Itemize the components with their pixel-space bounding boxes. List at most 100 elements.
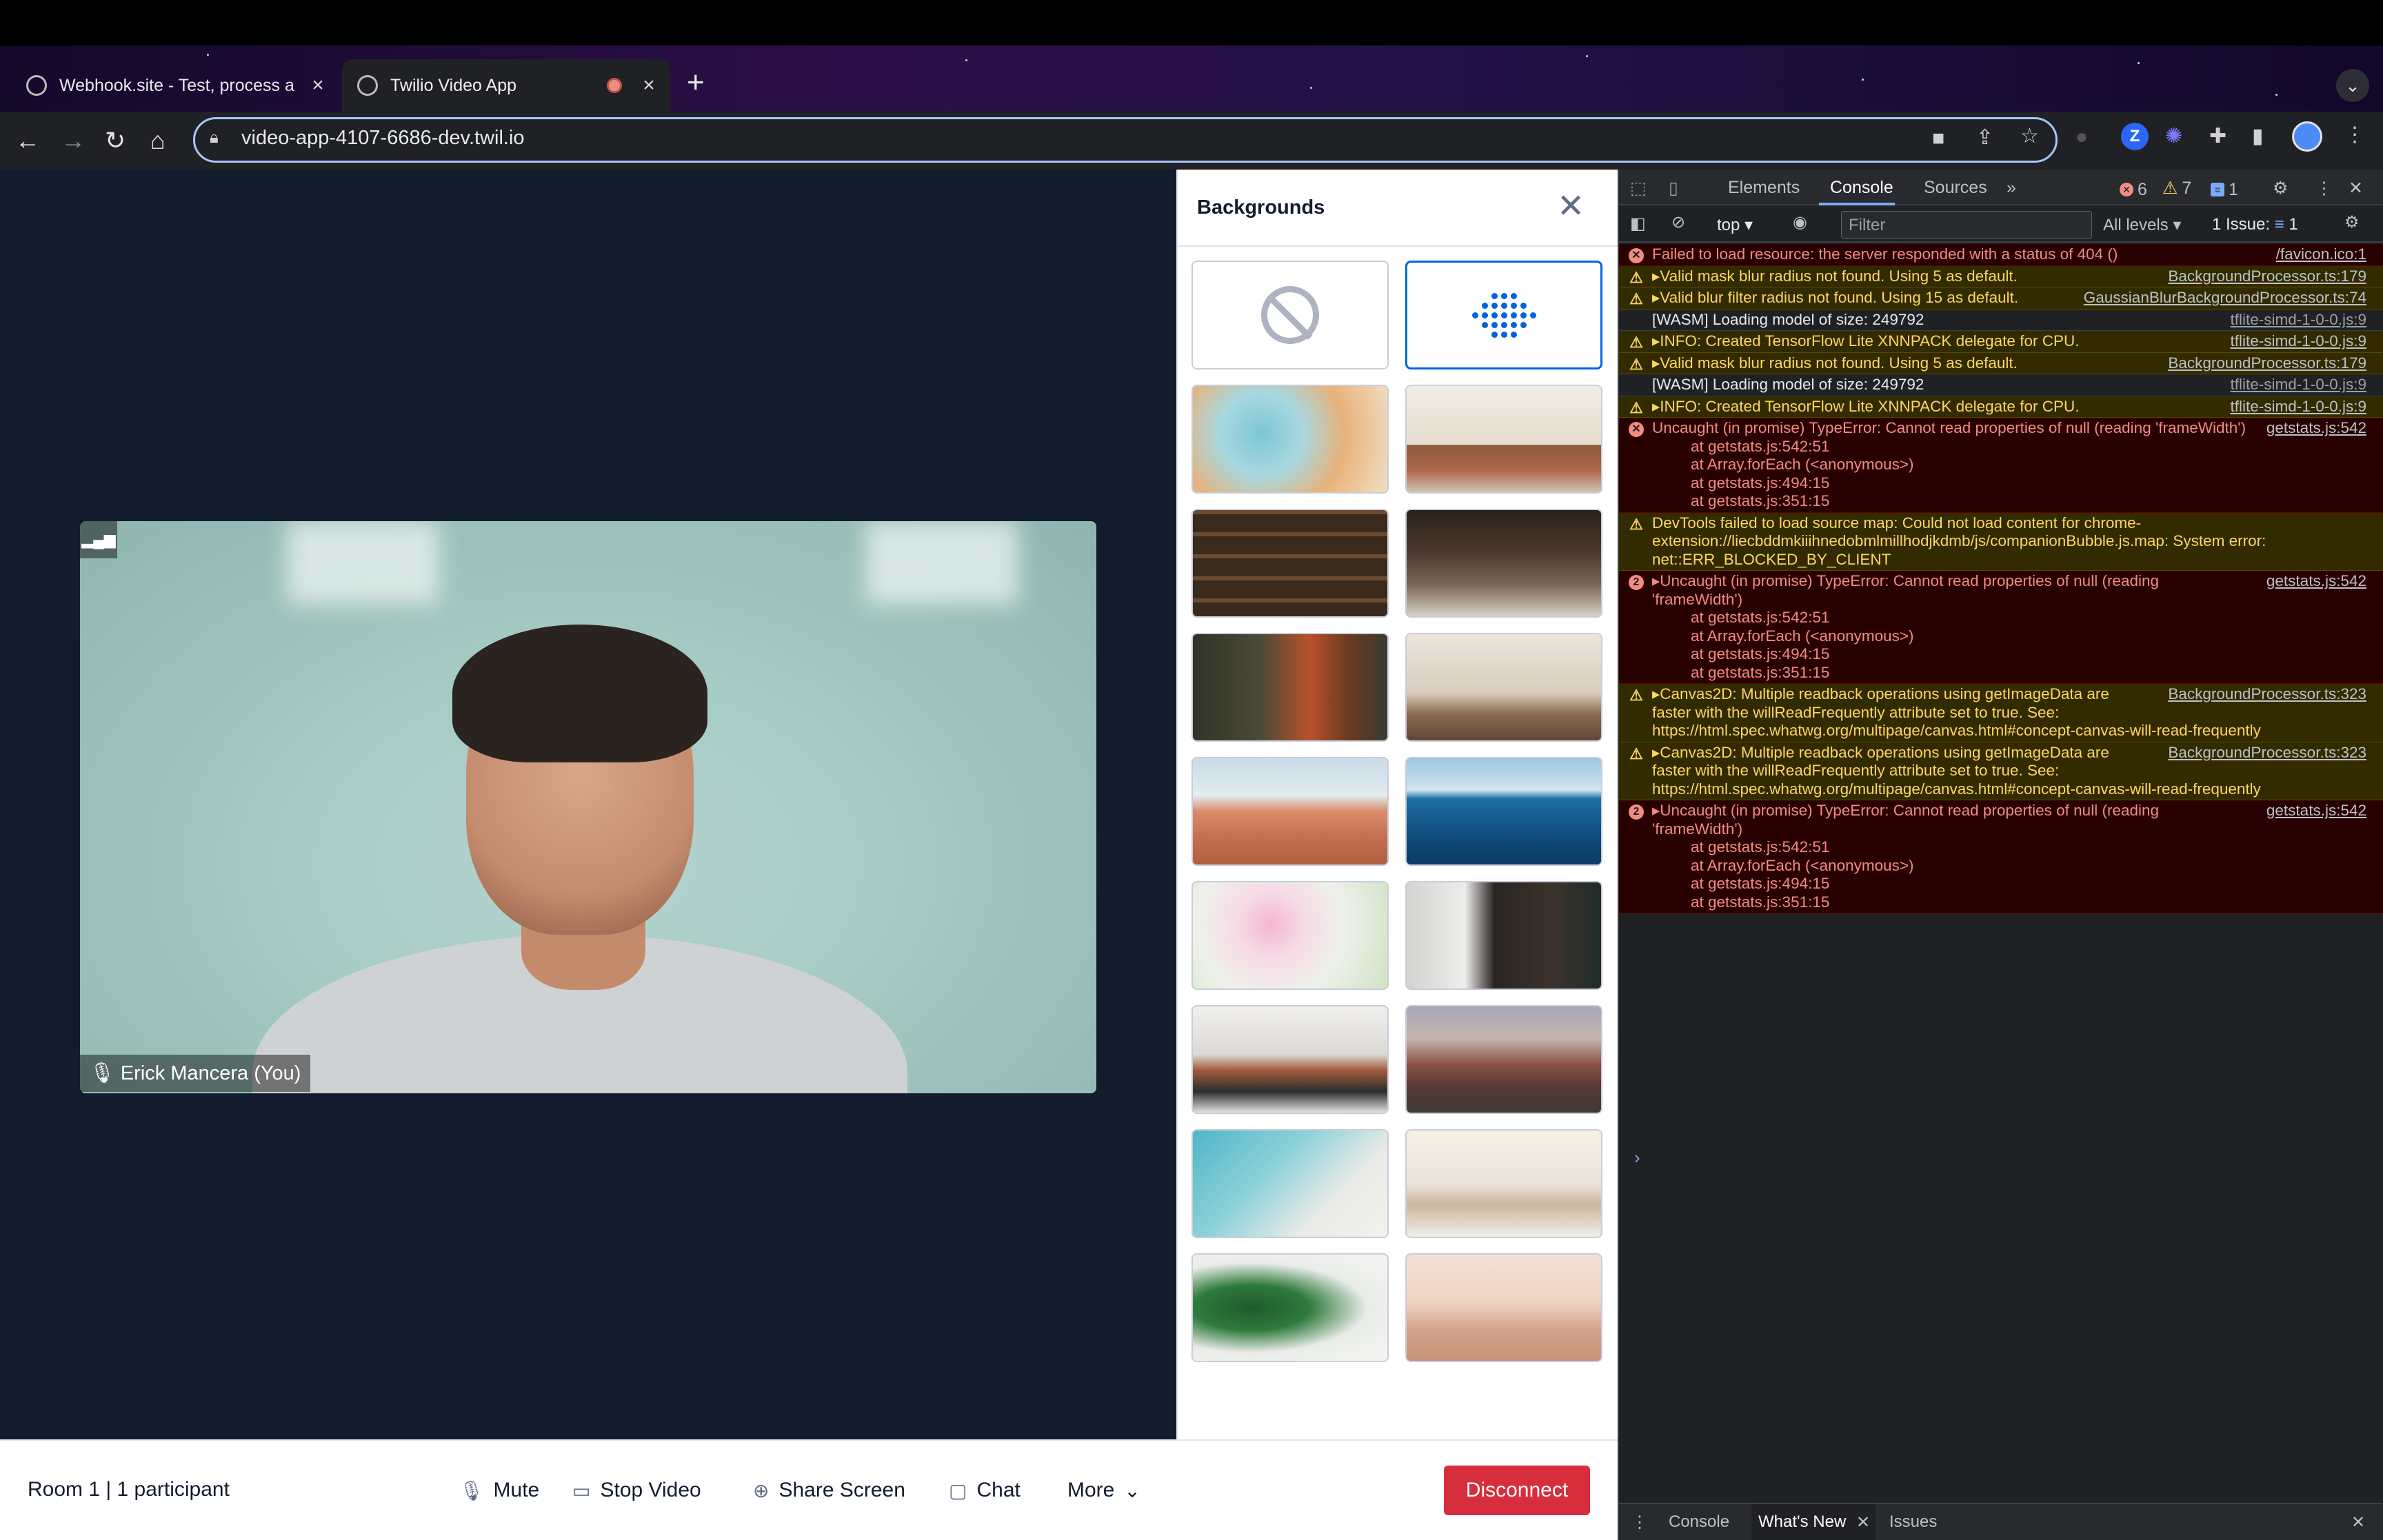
bg-option-orange-lounge[interactable] — [1192, 633, 1389, 742]
inspect-element-icon[interactable]: ⬚ — [1630, 178, 1647, 199]
stack-frame[interactable]: at getstats.js:494:15 — [1652, 645, 2366, 664]
stack-frame[interactable]: at getstats.js:542:51 — [1652, 438, 2366, 456]
live-expression-eye-icon[interactable]: ◉ — [1793, 212, 1807, 232]
message-source-link[interactable]: getstats.js:542 — [2266, 802, 2366, 820]
message-source-link[interactable]: GaussianBlurBackgroundProcessor.ts:74 — [2084, 289, 2366, 307]
extension-icon[interactable]: ● — [2075, 125, 2088, 149]
message-source-link[interactable]: BackgroundProcessor.ts:179 — [2168, 354, 2366, 373]
close-devtools-icon[interactable]: ✕ — [2349, 178, 2363, 199]
console-message[interactable]: 2 getstats.js:542 ▸Uncaught (in promise) T… — [1619, 571, 2383, 684]
bg-option-coffee-shop[interactable] — [1405, 509, 1602, 618]
stack-frame[interactable]: at getstats.js:494:15 — [1652, 875, 2366, 893]
bg-option-blur[interactable] — [1405, 261, 1602, 369]
sidepanel-icon[interactable]: ▮ — [2252, 124, 2264, 148]
drawer-menu-icon[interactable]: ⋮ — [1631, 1512, 1648, 1532]
stack-frame[interactable]: at getstats.js:542:51 — [1652, 609, 2366, 627]
stack-frame[interactable]: at Array.forEach (<anonymous>) — [1652, 857, 2366, 875]
bg-option-modern-kitchen[interactable] — [1405, 881, 1602, 990]
bg-option-beach[interactable] — [1192, 1129, 1389, 1238]
console-message[interactable]: ✕ getstats.js:542 Uncaught (in promise) Ty… — [1619, 418, 2383, 513]
stack-frame[interactable]: at getstats.js:351:15 — [1652, 664, 2366, 682]
message-source-link[interactable]: /favicon.ico:1 — [2276, 245, 2366, 264]
message-source-link[interactable]: tflite-simd-1-0-0.js:9 — [2230, 376, 2366, 394]
stack-frame[interactable]: at getstats.js:351:15 — [1652, 492, 2366, 511]
settings-extension-icon[interactable]: ✺ — [2165, 124, 2182, 148]
console-message[interactable]: ⚠ BackgroundProcessor.ts:179 ▸Valid mask b… — [1619, 352, 2383, 374]
error-count-badge[interactable]: ✕ 6 — [2120, 178, 2147, 200]
console-prompt[interactable]: › — [1634, 1147, 1640, 1168]
info-count-badge[interactable]: ≡ 1 — [2211, 178, 2238, 200]
close-tab-icon[interactable]: × — [639, 74, 659, 97]
close-drawer-icon[interactable]: ✕ — [2351, 1512, 2365, 1532]
bookmark-star-icon[interactable]: ☆ — [2020, 124, 2039, 148]
bg-option-dining-room[interactable] — [1405, 1129, 1602, 1238]
bg-option-abstract-smoke[interactable] — [1192, 385, 1389, 494]
tab-twilio-video-app[interactable]: Twilio Video App × — [342, 59, 670, 112]
message-source-link[interactable]: BackgroundProcessor.ts:323 — [2168, 685, 2366, 704]
bg-option-living-room[interactable] — [1405, 385, 1602, 494]
back-icon[interactable]: ← — [15, 124, 40, 157]
bg-option-flowers[interactable] — [1192, 881, 1389, 990]
console-message[interactable]: ⚠ tflite-simd-1-0-0.js:9 ▸INFO: Created Te… — [1619, 396, 2383, 418]
stack-frame[interactable]: at getstats.js:351:15 — [1652, 893, 2366, 912]
console-message[interactable]: ⚠ BackgroundProcessor.ts:323 ▸Canvas2D: Mu… — [1619, 684, 2383, 742]
puzzle-icon[interactable]: ✚ — [2209, 124, 2226, 148]
issues-counter[interactable]: 1 Issue: ≡ 1 — [2212, 215, 2298, 234]
drawer-tab-console[interactable]: Console — [1669, 1512, 1729, 1532]
stop-video-button[interactable]: ▭ Stop Video — [572, 1467, 701, 1514]
bg-option-desert[interactable] — [1192, 757, 1389, 866]
profile-avatar[interactable] — [2292, 121, 2322, 152]
console-settings-icon[interactable]: ⚙ — [2344, 212, 2360, 232]
context-selector[interactable]: top ▾ — [1717, 215, 1753, 235]
close-tab-icon[interactable]: × — [308, 74, 328, 97]
clear-console-icon[interactable]: ⊘ — [1671, 212, 1685, 232]
zoom-extension-icon[interactable]: Z — [2121, 123, 2149, 150]
close-icon[interactable]: ✕ — [1557, 190, 1585, 223]
url-text[interactable]: video-app-4107-6686-dev.twil.io — [241, 127, 525, 150]
home-icon[interactable]: ⌂ — [150, 124, 165, 157]
console-message[interactable]: tflite-simd-1-0-0.js:9 [WASM] Loading mod… — [1619, 374, 2383, 396]
bg-option-bookshelf[interactable] — [1192, 509, 1389, 618]
log-levels-dropdown[interactable]: All levels ▾ — [2103, 215, 2181, 235]
share-screen-button[interactable]: ⊕ Share Screen — [753, 1467, 905, 1514]
share-icon[interactable]: ⇪ — [1976, 125, 1993, 150]
forward-icon[interactable]: → — [61, 124, 86, 157]
message-source-link[interactable]: tflite-simd-1-0-0.js:9 — [2230, 311, 2366, 330]
console-message[interactable]: ⚠ GaussianBlurBackgroundProcessor.ts:74 ▸V… — [1619, 287, 2383, 310]
bg-option-boho-room[interactable] — [1405, 633, 1602, 742]
mute-button[interactable]: 🎙︎ Mute — [459, 1467, 539, 1514]
drawer-tab-issues[interactable]: Issues — [1889, 1512, 1937, 1532]
message-source-link[interactable]: tflite-simd-1-0-0.js:9 — [2230, 332, 2366, 351]
console-message[interactable]: ⚠ DevTools failed to load source map: Cou… — [1619, 512, 2383, 571]
warning-count-badge[interactable]: ⚠ 7 — [2162, 178, 2191, 199]
more-tabs-icon[interactable]: » — [2007, 178, 2016, 198]
device-toolbar-icon[interactable]: ▯ — [1669, 178, 1678, 199]
bg-option-modern-living[interactable] — [1192, 1005, 1389, 1114]
tab-elements[interactable]: Elements — [1728, 178, 1800, 198]
tab-webhook-site[interactable]: Webhook.site - Test, process a × — [11, 59, 339, 112]
stack-frame[interactable]: at getstats.js:542:51 — [1652, 838, 2366, 857]
more-button[interactable]: More ⌄ — [1067, 1467, 1140, 1514]
console-message[interactable]: ⚠ BackgroundProcessor.ts:323 ▸Canvas2D: Mu… — [1619, 742, 2383, 800]
stack-frame[interactable]: at Array.forEach (<anonymous>) — [1652, 456, 2366, 474]
menu-kebab-icon[interactable]: ⋮ — [2344, 123, 2365, 147]
sidebar-toggle-icon[interactable]: ◧ — [1630, 214, 1646, 234]
bg-option-monstera-leaves[interactable] — [1192, 1253, 1389, 1362]
tab-search-button[interactable]: ⌄ — [2336, 69, 2369, 102]
message-source-link[interactable]: BackgroundProcessor.ts:323 — [2168, 744, 2366, 762]
tab-console[interactable]: Console — [1830, 178, 1893, 198]
bg-option-golden-gate[interactable] — [1405, 1253, 1602, 1362]
chat-button[interactable]: ▢ Chat — [949, 1467, 1020, 1514]
bg-option-mountains[interactable] — [1405, 1005, 1602, 1114]
console-message[interactable]: ⚠ tflite-simd-1-0-0.js:9 ▸INFO: Created Te… — [1619, 331, 2383, 353]
reload-icon[interactable]: ↻ — [105, 124, 125, 157]
console-filter-input[interactable]: Filter — [1841, 211, 2092, 239]
close-tab-icon[interactable]: ✕ — [1856, 1512, 1870, 1532]
camera-icon[interactable]: ■ — [1932, 127, 1944, 150]
drawer-tab-whats-new[interactable]: What's New — [1758, 1512, 1846, 1532]
console-message[interactable]: 2 getstats.js:542 ▸Uncaught (in promise) T… — [1619, 800, 2383, 913]
stack-frame[interactable]: at getstats.js:494:15 — [1652, 474, 2366, 493]
message-source-link[interactable]: getstats.js:542 — [2266, 572, 2366, 591]
tab-sources[interactable]: Sources — [1924, 178, 1987, 198]
message-source-link[interactable]: tflite-simd-1-0-0.js:9 — [2230, 398, 2366, 416]
